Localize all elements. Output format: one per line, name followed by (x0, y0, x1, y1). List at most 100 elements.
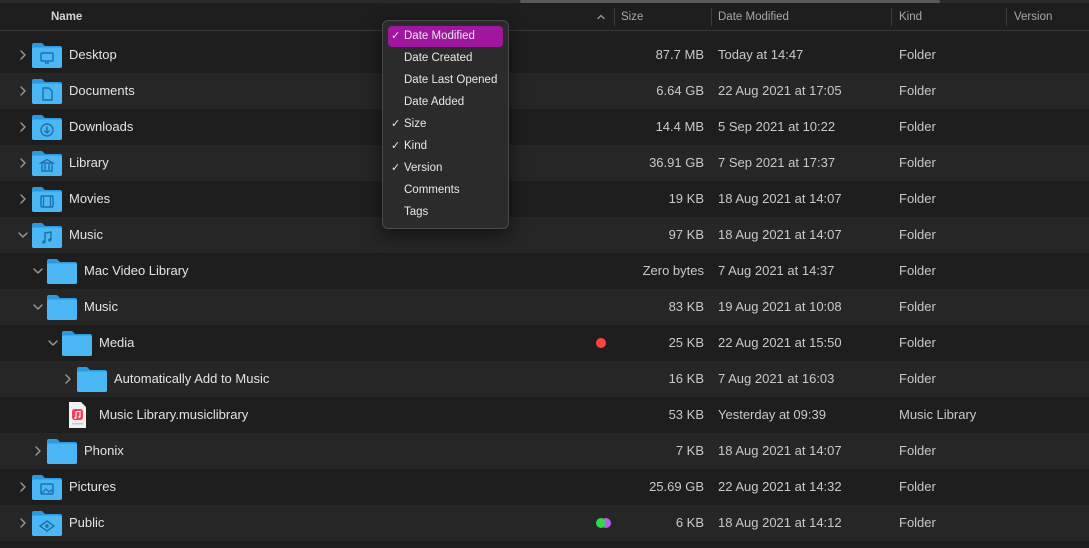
folder-icon (46, 257, 78, 285)
color-tag-dot (596, 518, 606, 528)
menu-item-date-created[interactable]: Date Created (388, 48, 503, 69)
chevron-right-icon[interactable] (16, 120, 30, 134)
column-separator[interactable] (614, 8, 615, 26)
folder-icon (76, 365, 108, 393)
menu-item-tags[interactable]: Tags (388, 202, 503, 223)
menu-item-label: Kind (404, 140, 428, 152)
file-date-modified: 19 Aug 2021 at 10:08 (718, 299, 842, 314)
file-kind: Folder (899, 335, 936, 350)
column-header-name[interactable]: Name (51, 5, 82, 30)
file-size: 87.7 MB (655, 47, 704, 62)
file-date-modified: 7 Sep 2021 at 17:37 (718, 155, 836, 170)
column-separator[interactable] (891, 8, 892, 26)
menu-item-kind[interactable]: ✓ Kind (388, 136, 503, 157)
menu-item-date-modified[interactable]: ✓ Date Modified (388, 26, 503, 47)
file-size: 6.64 GB (656, 83, 704, 98)
file-size: 7 KB (675, 443, 704, 458)
file-name[interactable]: Desktop (69, 37, 117, 73)
music-library-file-icon (61, 401, 93, 429)
file-size: 19 KB (668, 191, 704, 206)
table-row[interactable]: Public 6 KB 18 Aug 2021 at 14:12 Folder (0, 505, 1089, 541)
table-row[interactable]: Downloads 14.4 MB 5 Sep 2021 at 10:22 Folde… (0, 109, 1089, 145)
column-header-date-modified[interactable]: Date Modified (718, 5, 789, 30)
table-row[interactable]: Mac Video Library Zero bytes 7 Aug 2021 at… (0, 253, 1089, 289)
menu-item-label: Date Added (404, 96, 465, 108)
column-header-version[interactable]: Version (1014, 5, 1052, 30)
table-row[interactable]: Pictures 25.69 GB 22 Aug 2021 at 14:32 Fold… (0, 469, 1089, 505)
file-name[interactable]: Movies (69, 181, 110, 217)
table-row[interactable]: Music Library.musiclibrary 53 KB Yesterday… (0, 397, 1089, 433)
file-kind: Folder (899, 227, 936, 242)
column-separator[interactable] (711, 8, 712, 26)
table-row[interactable]: Library 36.91 GB 7 Sep 2021 at 17:37 Folder (0, 145, 1089, 181)
horizontal-scroll-thumb[interactable] (520, 0, 940, 3)
file-name[interactable]: Music Library.musiclibrary (99, 397, 248, 433)
file-name[interactable]: Music (69, 217, 103, 253)
file-size: 83 KB (668, 299, 704, 314)
file-size: Zero bytes (642, 263, 704, 278)
file-name[interactable]: Mac Video Library (84, 253, 189, 289)
file-name[interactable]: Library (69, 145, 109, 181)
file-date-modified: 18 Aug 2021 at 14:07 (718, 443, 842, 458)
file-size: 16 KB (668, 371, 704, 386)
file-size: 6 KB (675, 515, 704, 530)
public-folder-icon (31, 509, 63, 537)
file-date-modified: Today at 14:47 (718, 47, 804, 62)
column-separator[interactable] (1006, 8, 1007, 26)
column-header-kind[interactable]: Kind (899, 5, 922, 30)
checkmark-icon: ✓ (391, 30, 401, 42)
file-size: 14.4 MB (655, 119, 704, 134)
chevron-down-icon[interactable] (46, 336, 60, 350)
chevron-right-icon[interactable] (16, 480, 30, 494)
column-header-size[interactable]: Size (621, 5, 643, 30)
file-kind: Folder (899, 83, 936, 98)
file-date-modified: 5 Sep 2021 at 10:22 (718, 119, 836, 134)
file-size: 25 KB (668, 335, 704, 350)
menu-item-date-added[interactable]: Date Added (388, 92, 503, 113)
menu-item-version[interactable]: ✓ Version (388, 158, 503, 179)
menu-item-label: Version (404, 162, 443, 174)
chevron-right-icon[interactable] (16, 516, 30, 530)
table-row[interactable]: Documents 6.64 GB 22 Aug 2021 at 17:05 Fold… (0, 73, 1089, 109)
chevron-right-icon[interactable] (61, 372, 75, 386)
table-row[interactable]: Movies 19 KB 18 Aug 2021 at 14:07 Folder (0, 181, 1089, 217)
file-name[interactable]: Media (99, 325, 134, 361)
chevron-right-icon[interactable] (16, 156, 30, 170)
table-row[interactable]: Music 83 KB 19 Aug 2021 at 10:08 Folder (0, 289, 1089, 325)
menu-item-comments[interactable]: Comments (388, 180, 503, 201)
table-row[interactable]: Phonix 7 KB 18 Aug 2021 at 14:07 Folder (0, 433, 1089, 469)
chevron-right-icon[interactable] (31, 444, 45, 458)
color-tag-dot (596, 338, 606, 348)
table-row[interactable]: Music 97 KB 18 Aug 2021 at 14:07 Folder (0, 217, 1089, 253)
file-name[interactable]: Phonix (84, 433, 124, 469)
downloads-folder-icon (31, 113, 63, 141)
chevron-up-icon (595, 11, 607, 23)
music-folder-icon (31, 221, 63, 249)
chevron-down-icon[interactable] (31, 264, 45, 278)
file-name[interactable]: Documents (69, 73, 135, 109)
chevron-down-icon[interactable] (16, 228, 30, 242)
file-name[interactable]: Automatically Add to Music (114, 361, 269, 397)
library-folder-icon (31, 149, 63, 177)
file-date-modified: 18 Aug 2021 at 14:12 (718, 515, 842, 530)
file-date-modified: 22 Aug 2021 at 17:05 (718, 83, 842, 98)
chevron-right-icon[interactable] (16, 84, 30, 98)
table-row[interactable]: Automatically Add to Music 16 KB 7 Aug 202… (0, 361, 1089, 397)
chevron-right-icon[interactable] (16, 48, 30, 62)
table-row[interactable]: Desktop 87.7 MB Today at 14:47 Folder (0, 37, 1089, 73)
file-name[interactable]: Music (84, 289, 118, 325)
file-name[interactable]: Downloads (69, 109, 133, 145)
chevron-right-icon[interactable] (16, 192, 30, 206)
chevron-down-icon[interactable] (31, 300, 45, 314)
menu-item-label: Size (404, 118, 427, 130)
file-kind: Folder (899, 371, 936, 386)
menu-item-date-last-opened[interactable]: Date Last Opened (388, 70, 503, 91)
file-name[interactable]: Pictures (69, 469, 116, 505)
file-kind: Folder (899, 515, 936, 530)
documents-folder-icon (31, 77, 63, 105)
file-name[interactable]: Public (69, 505, 104, 541)
menu-item-label: Tags (404, 206, 429, 218)
file-date-modified: 7 Aug 2021 at 16:03 (718, 371, 835, 386)
table-row[interactable]: Media 25 KB 22 Aug 2021 at 15:50 Folder (0, 325, 1089, 361)
menu-item-size[interactable]: ✓ Size (388, 114, 503, 135)
